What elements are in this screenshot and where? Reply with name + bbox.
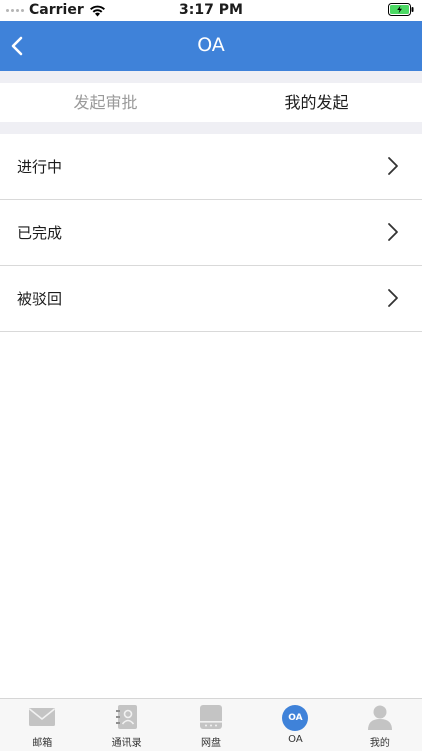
- list-item-completed[interactable]: 已完成: [0, 200, 422, 266]
- tab-my-initiated[interactable]: 我的发起: [211, 83, 422, 122]
- tab-bar-label: 网盘: [201, 738, 222, 749]
- tab-bar-item-drive[interactable]: 网盘: [169, 699, 253, 751]
- navigation-bar: OA: [0, 21, 422, 71]
- bottom-tab-bar: 邮箱 通讯录 网盘 OA OA 我的: [0, 698, 422, 751]
- drive-icon: [200, 705, 223, 729]
- segment-tabs: 发起审批 我的发起: [0, 83, 422, 122]
- list-item-in-progress[interactable]: 进行中: [0, 134, 422, 200]
- chevron-right-icon: [388, 289, 398, 307]
- status-time: 3:17 PM: [179, 2, 243, 18]
- tab-initiate-approval[interactable]: 发起审批: [0, 83, 211, 122]
- list-item-label: 已完成: [17, 224, 63, 242]
- status-list: 进行中 已完成 被驳回: [0, 134, 422, 332]
- chevron-right-icon: [388, 223, 398, 241]
- tab-bar-item-mail[interactable]: 邮箱: [0, 699, 84, 751]
- list-item-rejected[interactable]: 被驳回: [0, 266, 422, 332]
- list-item-label: 进行中: [17, 158, 63, 176]
- status-right: [388, 3, 414, 20]
- section-divider: [0, 71, 422, 83]
- tab-bar-label: OA: [288, 734, 303, 745]
- section-divider: [0, 122, 422, 134]
- battery-icon: [388, 3, 414, 16]
- tab-bar-item-profile[interactable]: 我的: [338, 699, 422, 751]
- mail-icon: [29, 708, 56, 726]
- status-bar: Carrier 3:17 PM: [0, 0, 422, 21]
- tab-bar-label: 邮箱: [32, 738, 53, 749]
- chevron-right-icon: [388, 157, 398, 175]
- tab-bar-label: 通讯录: [111, 738, 142, 749]
- page-title: OA: [197, 34, 225, 56]
- tab-bar-label: 我的: [369, 738, 390, 749]
- tab-bar-item-oa[interactable]: OA OA: [253, 699, 337, 751]
- contacts-icon: [115, 705, 137, 729]
- profile-icon: [367, 705, 392, 730]
- oa-icon: OA: [282, 705, 309, 731]
- list-item-label: 被驳回: [17, 290, 63, 308]
- tab-bar-item-contacts[interactable]: 通讯录: [84, 699, 168, 751]
